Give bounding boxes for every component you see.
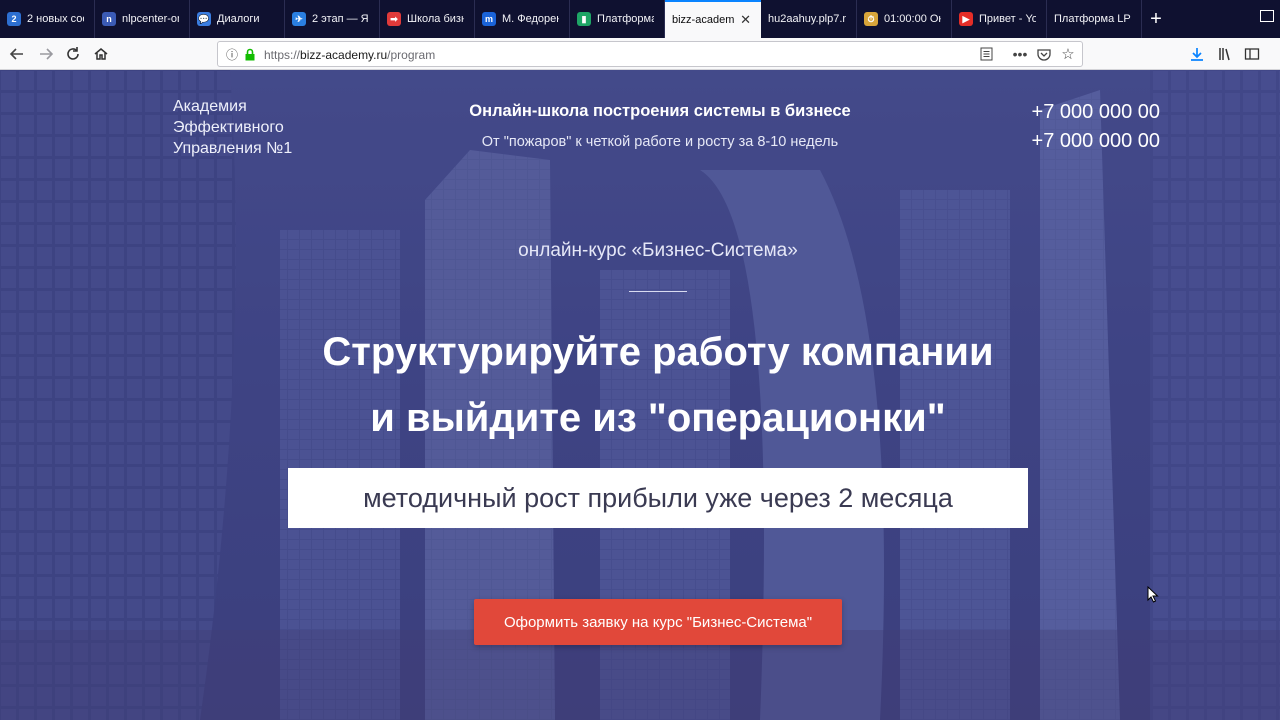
address-bar[interactable]: ⓘ https://bizz-academy.ru/program ••• ☆ bbox=[217, 41, 1083, 67]
pocket-icon[interactable] bbox=[1036, 46, 1052, 62]
download-icon bbox=[1191, 48, 1203, 61]
tab-label: М. Федорен bbox=[502, 13, 559, 25]
phone-number[interactable]: +7 000 000 00 bbox=[990, 101, 1160, 124]
tab-favicon-icon: m bbox=[482, 12, 496, 26]
mouse-cursor-icon bbox=[1147, 586, 1159, 603]
home-button[interactable] bbox=[91, 44, 111, 64]
tab-label: 01:00:00 Онл bbox=[884, 13, 941, 25]
tab-label: Диалоги bbox=[217, 13, 260, 25]
downloads-button[interactable] bbox=[1187, 44, 1207, 64]
browser-tab[interactable]: ▶ Привет - You bbox=[952, 0, 1047, 38]
browser-tab[interactable]: ⏱ 01:00:00 Онл bbox=[857, 0, 952, 38]
browser-tab[interactable]: m М. Федорен bbox=[475, 0, 570, 38]
brand-line: Эффективного bbox=[173, 119, 284, 136]
url-path: /program bbox=[387, 48, 436, 62]
more-actions-icon[interactable]: ••• bbox=[1012, 46, 1028, 62]
tab-label: Школа бизн bbox=[407, 13, 464, 25]
tab-label: Привет - You bbox=[979, 13, 1036, 25]
tab-label: 2 этап — Ян bbox=[312, 13, 369, 25]
tab-label: 2 новых соо bbox=[27, 13, 84, 25]
browser-tab-active[interactable]: bizz-academ ✕ bbox=[665, 0, 761, 38]
subheadline-box: методичный рост прибыли уже через 2 меся… bbox=[288, 468, 1028, 528]
reader-view-icon[interactable] bbox=[978, 46, 994, 62]
phone-number[interactable]: +7 000 000 00 bbox=[990, 130, 1160, 153]
chat-icon: 💬 bbox=[197, 12, 211, 26]
school-subtitle: От "пожаров" к четкой работе и росту за … bbox=[481, 134, 839, 150]
forward-arrow-icon bbox=[40, 48, 54, 60]
tab-label: Платформа LP bbox=[1054, 13, 1131, 25]
forward-button[interactable] bbox=[36, 44, 56, 64]
back-arrow-icon bbox=[9, 48, 23, 60]
home-icon bbox=[94, 48, 108, 60]
tab-favicon-icon: 2 bbox=[7, 12, 21, 26]
sidebar-icon bbox=[1244, 48, 1260, 60]
school-title: Онлайн-школа построения системы в бизнес… bbox=[469, 102, 851, 120]
reload-button[interactable] bbox=[63, 44, 83, 64]
back-button[interactable] bbox=[7, 44, 27, 64]
tab-label: hu2aahuy.plp7.ru bbox=[768, 13, 846, 25]
browser-tab[interactable]: hu2aahuy.plp7.ru bbox=[761, 0, 857, 38]
divider bbox=[629, 291, 687, 292]
url-host: bizz-academy.ru bbox=[300, 48, 388, 62]
course-label: онлайн-курс «Бизнес-Система» bbox=[518, 240, 798, 261]
browser-tab[interactable]: Платформа LP bbox=[1047, 0, 1142, 38]
headline-line: Структурируйте работу компании bbox=[322, 330, 994, 374]
arrow-icon: ➡ bbox=[387, 12, 401, 26]
url-scheme: https:// bbox=[264, 48, 301, 62]
tab-favicon-icon: n bbox=[102, 12, 116, 26]
bookmark-star-icon[interactable]: ☆ bbox=[1060, 46, 1076, 63]
reload-icon bbox=[67, 47, 79, 60]
restore-window-icon[interactable] bbox=[1260, 10, 1274, 22]
tab-label: nlpcenter-on bbox=[122, 13, 179, 25]
headline-line: и выйдите из "операционки" bbox=[370, 396, 946, 440]
close-icon[interactable]: ✕ bbox=[740, 12, 751, 28]
hero-section: Академия Эффективного Управления №1 Онла… bbox=[0, 70, 1280, 720]
tab-favicon-icon: ▮ bbox=[577, 12, 591, 26]
sidebar-button[interactable] bbox=[1242, 44, 1262, 64]
subheadline-text: методичный рост прибыли уже через 2 меся… bbox=[363, 482, 953, 513]
brand-line: Академия bbox=[173, 98, 247, 115]
brand-name[interactable]: Академия Эффективного Управления №1 bbox=[173, 96, 373, 159]
browser-tab[interactable]: ▮ Платформа bbox=[570, 0, 665, 38]
browser-tab[interactable]: 💬 Диалоги bbox=[190, 0, 285, 38]
library-icon bbox=[1219, 48, 1230, 61]
plane-icon: ✈ bbox=[292, 12, 306, 26]
browser-tab[interactable]: 2 2 новых соо bbox=[0, 0, 95, 38]
timer-icon: ⏱ bbox=[864, 12, 878, 26]
lock-icon[interactable] bbox=[242, 46, 258, 62]
url-text: https://bizz-academy.ru/program bbox=[264, 48, 435, 62]
browser-tab[interactable]: n nlpcenter-on bbox=[95, 0, 190, 38]
browser-tab-strip: 2 2 новых соо n nlpcenter-on 💬 Диалоги ✈… bbox=[0, 0, 1280, 38]
navigation-bar: ⓘ https://bizz-academy.ru/program ••• ☆ bbox=[0, 38, 1280, 70]
brand-line: Управления №1 bbox=[173, 140, 293, 157]
browser-tab[interactable]: ➡ Школа бизн bbox=[380, 0, 475, 38]
tab-label: bizz-academ bbox=[672, 14, 735, 26]
library-button[interactable] bbox=[1215, 44, 1235, 64]
apply-course-button[interactable]: Оформить заявку на курс "Бизнес-Система" bbox=[474, 599, 842, 645]
new-tab-button[interactable]: + bbox=[1142, 0, 1170, 38]
tab-label: Платформа bbox=[597, 13, 654, 25]
youtube-icon: ▶ bbox=[959, 12, 973, 26]
browser-tab[interactable]: ✈ 2 этап — Ян bbox=[285, 0, 380, 38]
info-icon[interactable]: ⓘ bbox=[224, 46, 240, 62]
